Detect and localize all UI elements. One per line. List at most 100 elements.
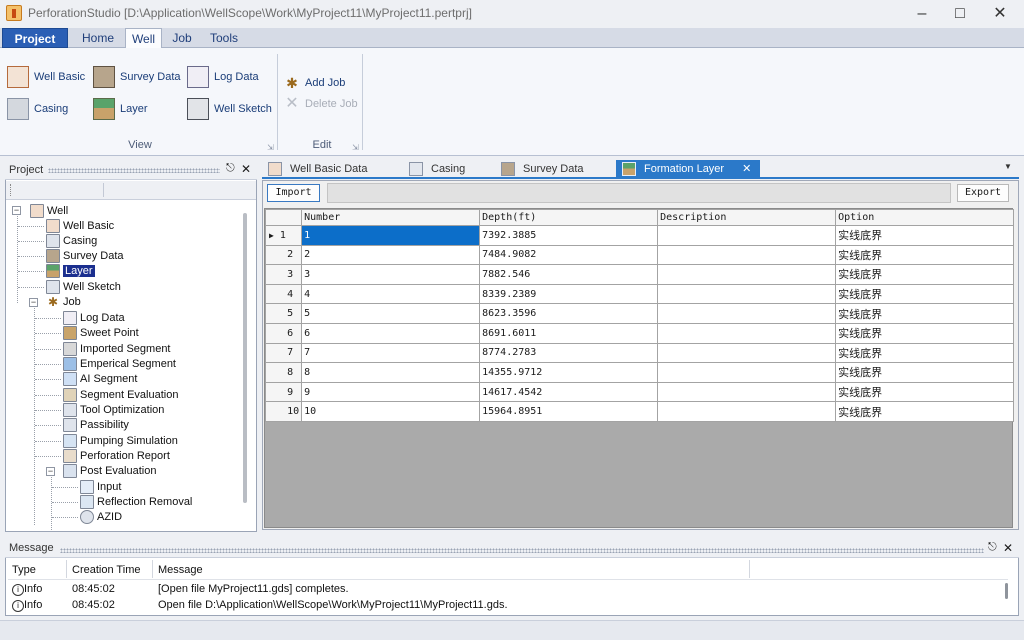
tree-item-segment-evaluation[interactable]: Segment Evaluation <box>63 387 178 403</box>
description-cell[interactable] <box>657 342 837 364</box>
tree-item-tool-optimization[interactable]: Tool Optimization <box>63 402 164 418</box>
depth-cell[interactable]: 8623.3596 <box>479 303 659 324</box>
layer-button[interactable]: Layer <box>93 98 148 120</box>
tab-list-dropdown-icon[interactable]: ▼ <box>1004 162 1012 171</box>
number-cell[interactable]: 7 <box>301 342 481 364</box>
description-cell[interactable] <box>657 322 837 344</box>
project-scrollbar[interactable] <box>243 213 247 503</box>
tree-item-azid[interactable]: AZID <box>80 509 122 525</box>
pin-icon[interactable]: ⎋ <box>988 541 997 554</box>
option-cell[interactable]: 实线底界 <box>835 362 1015 383</box>
column-header-option[interactable]: Option <box>835 209 1015 226</box>
close-icon[interactable]: ✕ <box>981 0 1019 28</box>
row-header[interactable]: 8 <box>264 362 303 383</box>
option-cell[interactable]: 实线底界 <box>835 322 1015 344</box>
tab-tools[interactable]: Tools <box>203 28 245 48</box>
casing-button[interactable]: Casing <box>7 98 68 120</box>
table-row[interactable]: 10 10 15964.8951 实线底界 <box>264 401 1015 422</box>
survey-data-button[interactable]: Survey Data <box>93 66 181 88</box>
table-row[interactable]: 5 5 8623.3596 实线底界 <box>264 303 1015 324</box>
tree-item-passibility[interactable]: Passibility <box>63 417 129 433</box>
tree-item-ai-segment[interactable]: AI Segment <box>63 371 137 387</box>
tree-item-reflection-removal[interactable]: Reflection Removal <box>80 494 192 510</box>
tab-casing[interactable]: Casing <box>409 160 465 177</box>
add-job-button[interactable]: ✱ Add Job <box>284 72 345 94</box>
option-cell[interactable]: 实线底界 <box>835 342 1015 364</box>
option-cell[interactable]: 实线底界 <box>835 381 1015 403</box>
table-row[interactable]: 9 9 14617.4542 实线底界 <box>264 381 1015 403</box>
pin-icon[interactable]: ⎋ <box>226 162 235 175</box>
collapse-post-evaluation-icon[interactable]: − <box>46 467 55 476</box>
number-cell[interactable]: 1 <box>301 225 481 246</box>
column-header-description[interactable]: Description <box>657 209 837 226</box>
table-row[interactable]: 3 3 7882.546 实线底界 <box>264 264 1015 285</box>
tab-survey-data[interactable]: Survey Data <box>501 160 584 177</box>
number-cell[interactable]: 2 <box>301 244 481 266</box>
tree-item-post-evaluation[interactable]: Post Evaluation <box>63 463 156 479</box>
tree-item-emperical-segment[interactable]: Emperical Segment <box>63 356 176 372</box>
tab-project[interactable]: Project <box>2 28 68 48</box>
maximize-icon[interactable]: □ <box>941 0 979 28</box>
number-cell[interactable]: 3 <box>301 264 481 285</box>
row-header[interactable]: 9 <box>264 381 303 403</box>
row-header[interactable]: 4 <box>264 283 303 305</box>
panel-close-icon[interactable]: ✕ <box>241 162 251 176</box>
option-cell[interactable]: 实线底界 <box>835 303 1015 324</box>
description-cell[interactable] <box>657 244 837 266</box>
toolbar-grip[interactable] <box>10 184 12 196</box>
number-cell[interactable]: 9 <box>301 381 481 403</box>
column-header-type[interactable]: Type <box>12 564 36 576</box>
depth-cell[interactable]: 14617.4542 <box>479 381 659 403</box>
column-header-message[interactable]: Message <box>158 564 203 576</box>
tree-item-job[interactable]: ✱ Job <box>46 294 81 310</box>
row-header[interactable]: 10 <box>264 401 303 422</box>
column-header-creation-time[interactable]: Creation Time <box>72 564 140 576</box>
description-cell[interactable] <box>657 303 837 324</box>
row-header[interactable]: 7 <box>264 342 303 364</box>
import-button[interactable]: Import <box>267 184 320 202</box>
number-cell[interactable]: 5 <box>301 303 481 324</box>
table-row[interactable]: 7 7 8774.2783 实线底界 <box>264 342 1015 364</box>
column-header-number[interactable]: Number <box>301 209 481 226</box>
number-cell[interactable]: 8 <box>301 362 481 383</box>
option-cell[interactable]: 实线底界 <box>835 264 1015 285</box>
depth-cell[interactable]: 14355.9712 <box>479 362 659 383</box>
tree-item-sweet-point[interactable]: Sweet Point <box>63 325 139 341</box>
tab-home[interactable]: Home <box>76 28 120 48</box>
log-data-button[interactable]: Log Data <box>187 66 259 88</box>
tree-item-pumping-simulation[interactable]: Pumping Simulation <box>63 433 178 449</box>
table-row[interactable]: 2 2 7484.9082 实线底界 <box>264 244 1015 266</box>
depth-cell[interactable]: 15964.8951 <box>479 401 659 422</box>
collapse-well-icon[interactable]: − <box>12 206 21 215</box>
row-header[interactable]: 2 <box>264 244 303 266</box>
edit-group-launcher-icon[interactable]: ⇲ <box>352 143 359 152</box>
depth-cell[interactable]: 7392.3885 <box>479 225 659 246</box>
tab-close-icon[interactable]: ✕ <box>742 162 751 175</box>
option-cell[interactable]: 实线底界 <box>835 283 1015 305</box>
depth-cell[interactable]: 7484.9082 <box>479 244 659 266</box>
table-row[interactable]: 8 8 14355.9712 实线底界 <box>264 362 1015 383</box>
view-group-launcher-icon[interactable]: ⇲ <box>267 143 274 152</box>
list-item[interactable]: i Info <box>12 599 42 612</box>
column-header-depth[interactable]: Depth(ft) <box>479 209 659 226</box>
tab-formation-layer[interactable]: Formation Layer ✕ <box>616 160 760 177</box>
message-scrollbar[interactable] <box>1005 583 1008 599</box>
description-cell[interactable] <box>657 381 837 403</box>
depth-cell[interactable]: 8774.2783 <box>479 342 659 364</box>
row-header[interactable]: ▶ 1 <box>264 225 303 246</box>
number-cell[interactable]: 10 <box>301 401 481 422</box>
export-button[interactable]: Export <box>957 184 1009 202</box>
tree-item-well-basic[interactable]: Well Basic <box>46 218 114 234</box>
row-header[interactable]: 3 <box>264 264 303 285</box>
table-row[interactable]: ▶ 1 1 7392.3885 实线底界 <box>264 225 1015 246</box>
depth-cell[interactable]: 8339.2389 <box>479 283 659 305</box>
tree-item-log-data[interactable]: Log Data <box>63 310 125 326</box>
option-cell[interactable]: 实线底界 <box>835 401 1015 422</box>
description-cell[interactable] <box>657 225 837 246</box>
well-basic-button[interactable]: Well Basic <box>7 66 85 88</box>
option-cell[interactable]: 实线底界 <box>835 225 1015 246</box>
tree-item-well[interactable]: Well <box>30 203 68 219</box>
tree-item-perforation-report[interactable]: Perforation Report <box>63 448 170 464</box>
tree-item-survey-data[interactable]: Survey Data <box>46 248 124 264</box>
option-cell[interactable]: 实线底界 <box>835 244 1015 266</box>
